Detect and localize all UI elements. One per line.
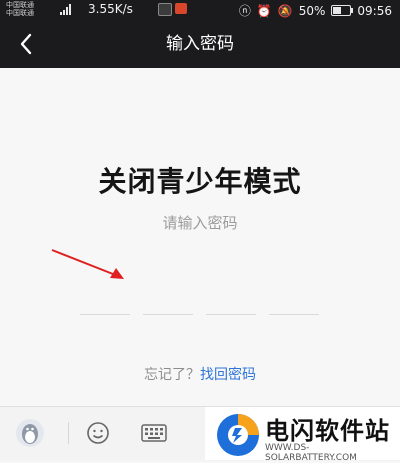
mute-icon: 🔕 [277,3,293,18]
page-title: 输入密码 [166,34,234,54]
notification-icons [158,3,187,16]
status-bar: 中国联通 中国联通 3.55K/s ⓝ ⏰ 🔕 50% 09:56 [0,0,400,20]
carrier-2: 中国联通 [6,9,34,17]
carrier-1: 中国联通 [6,1,34,9]
site-name: 电闪软件站 [265,417,390,445]
site-url: WWW.DS-SOLARBATTERY.COM [265,443,357,463]
site-logo [217,414,259,456]
keyboard-icon [141,424,167,442]
emoji-button[interactable] [82,417,114,449]
keyboard-switch-button[interactable] [138,417,170,449]
qq-ime-button[interactable] [14,417,46,449]
penguin-icon [16,419,44,447]
forgot-password: 忘记了？找回密码 [0,364,400,384]
retrieve-password-link[interactable]: 找回密码 [200,367,256,383]
password-panel: 关闭青少年模式 请输入密码 忘记了？找回密码 [0,68,400,406]
watermark: 电闪软件站 WWW.DS-SOLARBATTERY.COM [205,407,400,463]
pin-slot-2[interactable] [143,304,193,315]
alarm-icon: ⏰ [256,3,272,18]
pin-slot-4[interactable] [269,304,319,315]
pin-slot-3[interactable] [206,304,256,315]
pin-input[interactable] [80,304,320,316]
nav-bar: 输入密码 [0,20,400,68]
signal-icon [60,3,71,15]
clock: 09:56 [357,3,392,18]
network-speed: 3.55K/s [88,2,133,16]
smiley-icon [87,422,109,444]
app-notification-icon [175,3,187,14]
forgot-label: 忘记了？ [144,367,200,383]
battery-fill [333,7,342,14]
divider [68,422,69,444]
red-arrow-annotation [51,249,124,279]
carrier-labels: 中国联通 中国联通 [6,1,34,17]
pin-slot-1[interactable] [80,304,130,315]
notification-icon [158,3,172,16]
status-right: ⓝ ⏰ 🔕 50% 09:56 [239,2,392,19]
teen-mode-title: 关闭青少年模式 [98,165,302,198]
battery-icon [331,5,354,16]
battery-percent: 50% [298,3,326,18]
nfc-icon: ⓝ [238,4,251,18]
password-prompt: 请输入密码 [162,214,238,232]
